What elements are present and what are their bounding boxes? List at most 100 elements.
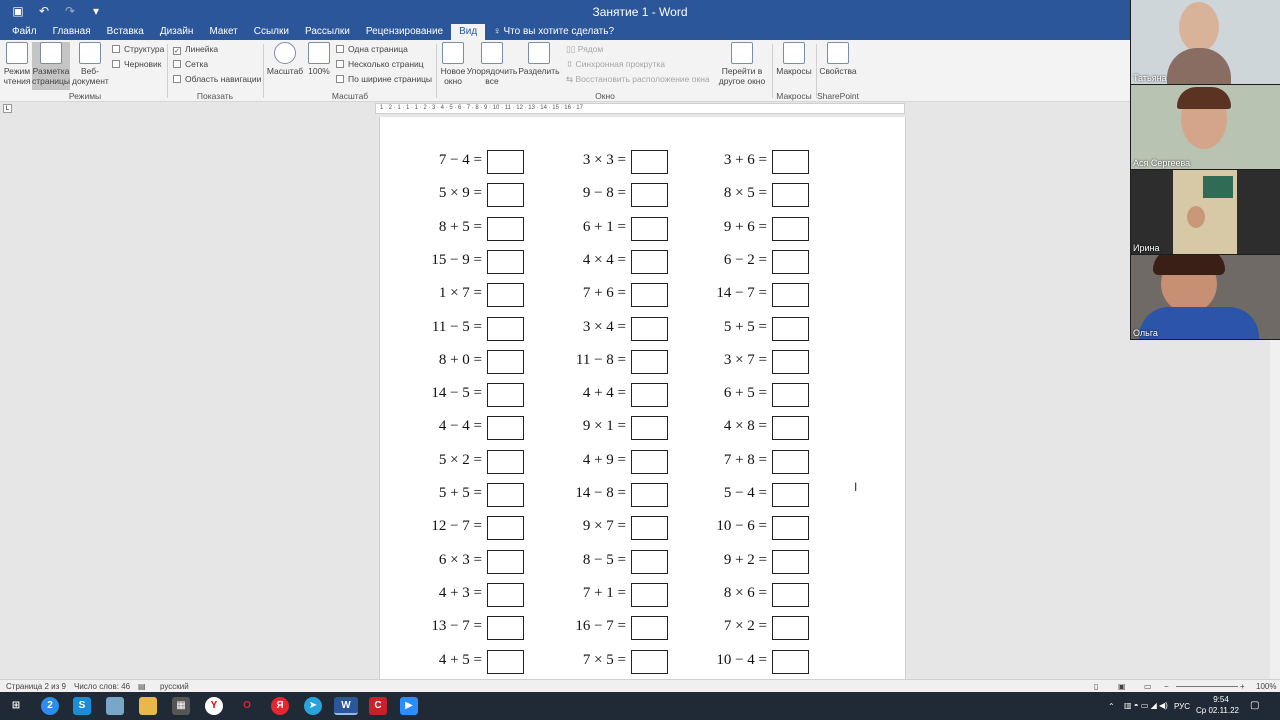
zoom-slider[interactable] <box>1176 686 1238 687</box>
outline-button[interactable]: Структура <box>112 44 164 55</box>
sync-scroll-button[interactable]: ⇳ Синхронная прокрутка <box>566 59 665 70</box>
tab-review[interactable]: Рецензирование <box>358 24 451 40</box>
answer-box[interactable] <box>772 582 809 607</box>
tray-expand-icon[interactable]: ⌃ <box>1108 702 1115 711</box>
zoom-in-icon[interactable]: + <box>1240 682 1245 691</box>
answer-box[interactable] <box>772 150 809 174</box>
switch-windows-button[interactable]: Перейти в другое окно <box>714 42 770 86</box>
skype-icon[interactable]: S <box>73 697 91 715</box>
answer-box[interactable] <box>631 483 668 507</box>
arrange-all-button[interactable]: Упорядочить все <box>466 42 518 86</box>
telegram-icon[interactable]: ➤ <box>304 697 322 715</box>
properties-button[interactable]: Свойства <box>818 42 858 76</box>
document-page[interactable]: 7 − 4 = 5 × 9 = 8 + 5 = 15 − 9 = 1 × 7 = 11 −… <box>379 117 906 679</box>
split-button[interactable]: Разделить <box>518 42 560 76</box>
answer-box[interactable] <box>487 449 524 474</box>
tab-insert[interactable]: Вставка <box>99 24 152 40</box>
answer-box[interactable] <box>487 349 524 374</box>
answer-box[interactable] <box>772 383 809 408</box>
answer-box[interactable] <box>772 483 809 507</box>
participant-tile[interactable]: Ирина <box>1131 170 1280 254</box>
answer-box[interactable] <box>772 216 809 241</box>
opera-icon[interactable]: O <box>238 697 256 715</box>
answer-box[interactable] <box>487 150 524 174</box>
word-icon[interactable]: W <box>334 697 358 715</box>
answer-box[interactable] <box>772 183 809 208</box>
tab-selector[interactable]: L <box>3 104 12 113</box>
one-page-button[interactable]: Одна страница <box>336 44 408 55</box>
answer-box[interactable] <box>631 549 668 574</box>
app-icon[interactable]: 2 <box>41 697 59 715</box>
answer-box[interactable] <box>487 216 524 241</box>
participant-tile[interactable]: Татьяна <box>1131 0 1280 84</box>
reset-position-button[interactable]: ⇆ Восстановить расположение окна <box>566 74 710 85</box>
new-window-button[interactable]: Новое окно <box>438 42 468 86</box>
tell-me-box[interactable]: ♀ Что вы хотите сделать? <box>485 24 614 40</box>
answer-box[interactable] <box>487 383 524 408</box>
answer-box[interactable] <box>772 516 809 541</box>
zoom-button[interactable]: Масштаб <box>266 42 304 76</box>
tab-references[interactable]: Ссылки <box>246 24 297 40</box>
horizontal-ruler[interactable]: 1 · 2 · 1 · 1 · 1 · 2 · 3 · 4 · 5 · 6 · … <box>375 103 905 114</box>
answer-box[interactable] <box>631 416 668 441</box>
answer-box[interactable] <box>631 516 668 541</box>
tab-mailings[interactable]: Рассылки <box>297 24 358 40</box>
answer-box[interactable] <box>487 549 524 574</box>
answer-box[interactable] <box>631 150 668 174</box>
answer-box[interactable] <box>631 649 668 674</box>
web-view-icon[interactable]: ▭ <box>1144 682 1152 691</box>
participant-tile[interactable]: Ася Сергеева <box>1131 85 1280 169</box>
side-by-side-button[interactable]: ▯▯ Рядом <box>566 44 603 55</box>
ruler-checkbox[interactable]: ✓ Линейка <box>173 44 218 55</box>
app-icon[interactable]: C <box>369 697 387 715</box>
file-explorer-icon[interactable] <box>139 697 157 715</box>
answer-box[interactable] <box>772 249 809 274</box>
tab-home[interactable]: Главная <box>45 24 99 40</box>
answer-box[interactable] <box>772 549 809 574</box>
clock-time[interactable]: 9:54 <box>1208 695 1234 704</box>
language-indicator[interactable]: русский <box>160 682 189 691</box>
answer-box[interactable] <box>487 483 524 507</box>
windows-start-icon[interactable]: ⊞ <box>7 697 25 715</box>
notifications-icon[interactable]: ▢ <box>1250 700 1259 711</box>
answer-box[interactable] <box>631 349 668 374</box>
tray-icons[interactable]: ▥ ◓ ▭ ◢ ◀) <box>1124 701 1168 710</box>
yandex-browser-icon[interactable]: Y <box>205 697 223 715</box>
answer-box[interactable] <box>772 449 809 474</box>
answer-box[interactable] <box>487 249 524 274</box>
answer-box[interactable] <box>631 283 668 308</box>
nav-pane-checkbox[interactable]: Область навигации <box>173 74 261 85</box>
proofing-icon[interactable]: ▤ <box>138 682 146 691</box>
answer-box[interactable] <box>487 516 524 541</box>
answer-box[interactable] <box>772 349 809 374</box>
print-layout-button[interactable]: Разметка страницы <box>32 42 70 90</box>
answer-box[interactable] <box>772 649 809 674</box>
print-view-icon[interactable]: ▣ <box>1118 682 1126 691</box>
answer-box[interactable] <box>631 216 668 241</box>
answer-box[interactable] <box>487 616 524 641</box>
macros-button[interactable]: Макросы <box>774 42 814 76</box>
answer-box[interactable] <box>487 649 524 674</box>
read-view-icon[interactable]: ▯ <box>1094 682 1098 691</box>
answer-box[interactable] <box>631 582 668 607</box>
web-layout-button[interactable]: Веб-документ <box>72 42 109 86</box>
answer-box[interactable] <box>631 383 668 408</box>
tab-file[interactable]: Файл <box>4 24 45 40</box>
answer-box[interactable] <box>772 616 809 641</box>
answer-box[interactable] <box>631 316 668 341</box>
participant-tile[interactable]: Ольга <box>1131 255 1280 339</box>
multiple-pages-button[interactable]: Несколько страниц <box>336 59 424 70</box>
app-icon[interactable] <box>106 697 124 715</box>
answer-box[interactable] <box>631 183 668 208</box>
answer-box[interactable] <box>487 283 524 308</box>
answer-box[interactable] <box>631 616 668 641</box>
answer-box[interactable] <box>631 249 668 274</box>
answer-box[interactable] <box>631 449 668 474</box>
input-language[interactable]: РУС <box>1174 702 1190 711</box>
read-mode-button[interactable]: Режим чтения <box>2 42 32 86</box>
draft-button[interactable]: Черновик <box>112 59 162 70</box>
zoom-app-icon[interactable]: ▶ <box>400 697 418 715</box>
page-width-button[interactable]: По ширине страницы <box>336 74 432 85</box>
tab-view[interactable]: Вид <box>451 24 486 40</box>
zoom-100-button[interactable]: 100% <box>306 42 332 76</box>
